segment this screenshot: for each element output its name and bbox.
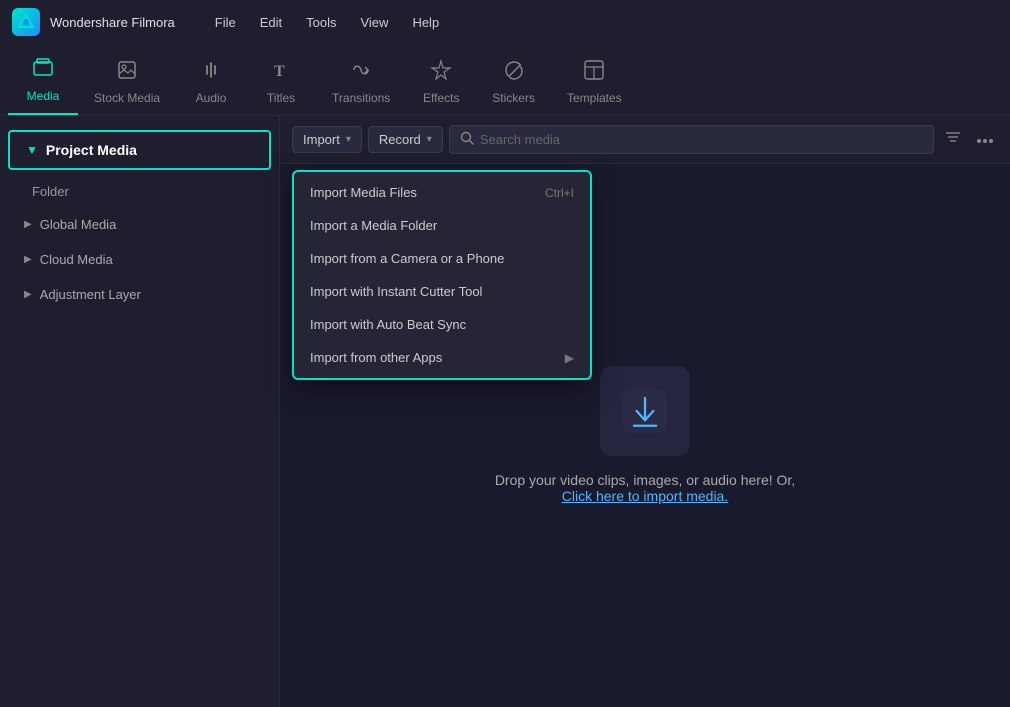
media-icon	[32, 57, 54, 85]
menu-file[interactable]: File	[205, 11, 246, 34]
menu-edit[interactable]: Edit	[250, 11, 292, 34]
tab-audio-label: Audio	[196, 91, 227, 105]
drop-main-text: Drop your video clips, images, or audio …	[495, 472, 795, 506]
menu-view[interactable]: View	[350, 11, 398, 34]
import-other-apps-item[interactable]: Import from other Apps ▶	[294, 341, 590, 374]
import-camera-phone-item[interactable]: Import from a Camera or a Phone	[294, 242, 590, 275]
tab-effects[interactable]: Effects	[406, 51, 476, 115]
import-instant-cutter-label: Import with Instant Cutter Tool	[310, 284, 482, 299]
templates-icon	[583, 59, 605, 87]
search-icon	[460, 131, 474, 148]
tab-titles[interactable]: T Titles	[246, 51, 316, 115]
tab-stock-media-label: Stock Media	[94, 91, 160, 105]
global-media-label: Global Media	[40, 217, 117, 232]
adjustment-layer-arrow: ▶	[24, 289, 32, 300]
title-bar: Wondershare Filmora File Edit Tools View…	[0, 0, 1010, 44]
tab-stickers[interactable]: Stickers	[476, 51, 551, 115]
more-options-button[interactable]	[972, 127, 998, 153]
effects-icon	[430, 59, 452, 87]
import-camera-phone-label: Import from a Camera or a Phone	[310, 251, 504, 266]
drop-icon-box	[600, 366, 690, 456]
import-media-files-shortcut: Ctrl+I	[545, 186, 574, 200]
tab-stickers-label: Stickers	[492, 91, 535, 105]
import-other-apps-label: Import from other Apps	[310, 350, 442, 365]
tab-transitions-label: Transitions	[332, 91, 390, 105]
audio-icon	[200, 59, 222, 87]
tab-media-label: Media	[27, 89, 60, 103]
stickers-icon	[503, 59, 525, 87]
import-media-folder-label: Import a Media Folder	[310, 218, 437, 233]
drop-text: Drop your video clips, images, or audio …	[495, 472, 795, 488]
record-caret-icon: ▾	[427, 134, 432, 145]
tab-audio[interactable]: Audio	[176, 51, 246, 115]
main-layout: ▼ Project Media Folder ▶ Global Media ▶ …	[0, 116, 1010, 707]
tab-transitions[interactable]: Transitions	[316, 51, 406, 115]
stock-media-icon	[116, 59, 138, 87]
app-name: Wondershare Filmora	[50, 15, 175, 30]
import-label: Import	[303, 132, 340, 147]
nav-tabs: Media Stock Media Audio T Titles	[0, 44, 1010, 116]
import-media-files-item[interactable]: Import Media Files Ctrl+I	[294, 176, 590, 209]
search-bar[interactable]: Search media	[449, 125, 934, 154]
cloud-media-label: Cloud Media	[40, 252, 113, 267]
app-logo	[12, 8, 40, 36]
content-area: Import ▾ Record ▾ Search media	[280, 116, 1010, 707]
project-media-label: Project Media	[46, 142, 137, 158]
import-link[interactable]: Click here to import media.	[562, 488, 729, 504]
tab-titles-label: Titles	[267, 91, 295, 105]
svg-text:T: T	[274, 63, 285, 80]
menu-help[interactable]: Help	[402, 11, 449, 34]
import-media-folder-item[interactable]: Import a Media Folder	[294, 209, 590, 242]
import-instant-cutter-item[interactable]: Import with Instant Cutter Tool	[294, 275, 590, 308]
filter-button[interactable]	[940, 124, 966, 155]
record-button[interactable]: Record ▾	[368, 126, 443, 153]
tab-media[interactable]: Media	[8, 49, 78, 115]
import-dropdown-menu: Import Media Files Ctrl+I Import a Media…	[292, 170, 592, 380]
global-media-arrow: ▶	[24, 219, 32, 230]
adjustment-layer-label: Adjustment Layer	[40, 287, 141, 302]
sidebar-item-adjustment-layer[interactable]: ▶ Adjustment Layer	[0, 277, 279, 312]
import-media-files-label: Import Media Files	[310, 185, 417, 200]
record-label: Record	[379, 132, 421, 147]
tab-effects-label: Effects	[423, 91, 459, 105]
menu-tools[interactable]: Tools	[296, 11, 346, 34]
sidebar-item-cloud-media[interactable]: ▶ Cloud Media	[0, 242, 279, 277]
import-button[interactable]: Import ▾	[292, 126, 362, 153]
import-caret-icon: ▾	[346, 134, 351, 145]
menu-bar: File Edit Tools View Help	[205, 11, 449, 34]
sidebar: ▼ Project Media Folder ▶ Global Media ▶ …	[0, 116, 280, 707]
import-auto-beat-sync-item[interactable]: Import with Auto Beat Sync	[294, 308, 590, 341]
search-placeholder: Search media	[480, 132, 560, 147]
tab-stock-media[interactable]: Stock Media	[78, 51, 176, 115]
titles-icon: T	[270, 59, 292, 87]
submenu-arrow-icon: ▶	[565, 351, 574, 365]
content-toolbar: Import ▾ Record ▾ Search media	[280, 116, 1010, 164]
project-media-arrow: ▼	[26, 143, 38, 157]
cloud-media-arrow: ▶	[24, 254, 32, 265]
download-icon	[621, 387, 669, 435]
sidebar-project-media[interactable]: ▼ Project Media	[8, 130, 271, 170]
tab-templates-label: Templates	[567, 91, 622, 105]
transitions-icon	[350, 59, 372, 87]
tab-templates[interactable]: Templates	[551, 51, 638, 115]
sidebar-item-global-media[interactable]: ▶ Global Media	[0, 207, 279, 242]
sidebar-folder[interactable]: Folder	[0, 176, 279, 207]
import-auto-beat-sync-label: Import with Auto Beat Sync	[310, 317, 466, 332]
